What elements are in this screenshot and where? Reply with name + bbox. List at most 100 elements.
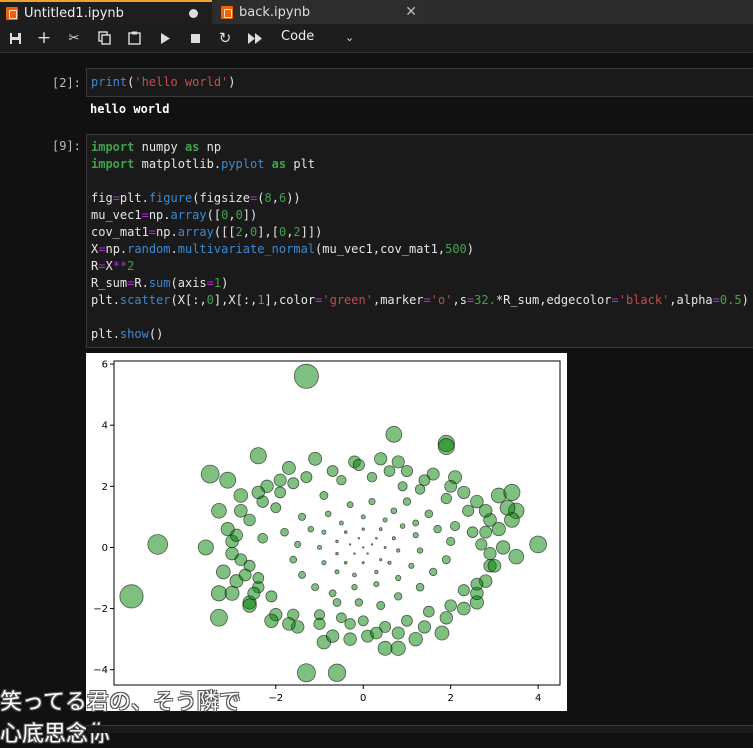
x-tick-label: −2: [268, 693, 283, 704]
scatter-point: [456, 601, 471, 616]
code-token: ]: [242, 208, 251, 222]
scatter-point: [210, 608, 228, 627]
scatter-point: [395, 574, 402, 582]
code-token: sum: [148, 276, 171, 290]
scatter-point: [281, 461, 296, 475]
cell-type-select[interactable]: Code: [281, 29, 314, 44]
code-token: =: [206, 276, 214, 290]
scatter-point: [343, 632, 357, 646]
scatter-point: [326, 465, 339, 477]
scatter-point: [361, 527, 365, 531]
code-token: =: [148, 225, 157, 239]
code-cell[interactable]: print('hello world'): [86, 68, 753, 97]
code-token: =: [112, 191, 120, 205]
scatter-point: [418, 474, 431, 487]
code-token: import: [91, 157, 135, 171]
scatter-point: [225, 546, 239, 561]
scatter-point: [508, 548, 525, 565]
scatter-point: [391, 626, 405, 640]
scatter-point: [378, 527, 383, 532]
code-token: .: [213, 157, 222, 171]
code-token: ): [741, 293, 749, 307]
tab-back[interactable]: back.ipynb ✕: [215, 0, 425, 24]
scatter-point: [491, 522, 506, 537]
code-token: plt: [119, 191, 142, 205]
scatter-point: [270, 502, 282, 514]
scatter-point: [424, 509, 434, 519]
code-token: 'black': [618, 293, 670, 307]
code-cell[interactable]: import numpy as np import matplotlib.pypl…: [86, 134, 753, 348]
scatter-point: [119, 584, 144, 609]
code-token: R_sum: [503, 293, 540, 307]
scatter-point: [274, 486, 287, 499]
stop-icon[interactable]: [186, 29, 204, 47]
code-line: R=X**2: [91, 258, 749, 275]
scatter-point: [397, 481, 408, 492]
scatter-point: [483, 547, 497, 561]
scatter-point: [307, 525, 314, 533]
scatter-point: [457, 485, 471, 499]
scatter-point: [466, 526, 479, 538]
restart-icon[interactable]: ↻: [216, 29, 234, 47]
scatter-point: [257, 532, 268, 544]
scatter-point: [396, 548, 401, 553]
scatter-point: [434, 625, 450, 641]
add-cell-icon[interactable]: +: [35, 28, 53, 48]
unsaved-dot-icon[interactable]: [189, 8, 198, 18]
scatter-point: [496, 540, 511, 555]
code-token: 'hello world': [134, 75, 229, 89]
cut-icon[interactable]: ✂: [65, 29, 83, 47]
run-icon[interactable]: [156, 29, 174, 47]
code-token: =: [611, 293, 619, 307]
scatter-point: [383, 465, 396, 477]
scatter-point: [242, 598, 257, 613]
code-token: figure: [148, 191, 193, 205]
close-icon[interactable]: ✕: [405, 4, 417, 20]
scatter-point: [387, 560, 392, 565]
code-token: figsize: [199, 191, 251, 205]
chevron-down-icon[interactable]: ⌄: [345, 31, 354, 44]
scatter-point: [368, 498, 376, 506]
scatter-point: [343, 560, 348, 565]
scatter-point: [336, 612, 347, 624]
scatter-point: [441, 555, 451, 565]
code-token: R_sum: [91, 276, 128, 290]
code-token: ): [221, 276, 229, 290]
code-token: *: [495, 293, 504, 307]
code-token: [: [213, 208, 222, 222]
scatter-point: [243, 513, 256, 527]
scatter-point: [366, 471, 378, 483]
scatter-point: [335, 551, 339, 556]
tab-untitled1[interactable]: Untitled1.ipynb: [0, 0, 212, 24]
scatter-point: [399, 523, 406, 529]
scatter-point: [219, 471, 237, 489]
scatter-point: [311, 583, 320, 592]
code-token: 0: [235, 208, 243, 222]
paste-icon[interactable]: [125, 29, 143, 47]
scatter-point: [147, 534, 169, 555]
scatter-point: [360, 514, 366, 520]
code-token: ,: [452, 293, 460, 307]
x-tick-label: 2: [447, 693, 453, 704]
scatter-point: [210, 585, 227, 602]
copy-icon[interactable]: [95, 29, 113, 47]
code-token: .: [170, 225, 178, 239]
save-icon[interactable]: [6, 29, 24, 47]
scatter-point: [353, 552, 356, 555]
scatter-point: [300, 471, 313, 484]
run-all-icon[interactable]: [246, 29, 264, 47]
code-line: plt.scatter(X[:,0],X[:,1],color='green',…: [91, 292, 749, 309]
code-token: show: [119, 327, 149, 341]
code-token: pyplot: [221, 157, 265, 171]
scatter-point: [385, 426, 403, 443]
scatter-point: [287, 477, 300, 490]
scatter-point: [297, 512, 307, 521]
code-token: mu_vec1: [91, 208, 142, 222]
scatter-point: [233, 503, 248, 518]
code-token: 'o': [430, 293, 453, 307]
code-token: alpha: [676, 293, 713, 307]
scatter-point: [289, 555, 298, 564]
code-line: print('hello world'): [91, 74, 236, 91]
tab-label: back.ipynb: [239, 4, 311, 20]
